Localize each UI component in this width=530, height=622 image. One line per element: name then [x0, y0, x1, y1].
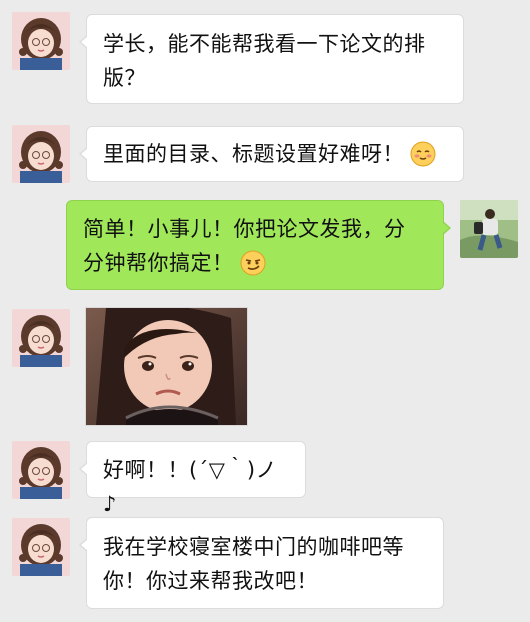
sad-little-girl-sticker[interactable]	[85, 307, 248, 426]
message-text: 我在学校寝室楼中门的咖啡吧等	[103, 535, 404, 559]
message-text: 版？	[103, 66, 146, 90]
message-text: 你！你过来帮我改吧！	[103, 569, 318, 593]
message-bubble[interactable]: 简单！小事儿！你把论文发我，分 分钟帮你搞定！	[66, 200, 451, 290]
blushing-smile-emoji	[410, 141, 436, 167]
message-bubble[interactable]: 学长，能不能帮我看一下论文的排 版？	[79, 14, 464, 104]
avatar-girl[interactable]	[12, 125, 70, 183]
message-text: 简单！小事儿！你把论文发我，分	[83, 217, 406, 241]
avatar-girl[interactable]	[12, 441, 70, 499]
avatar-girl[interactable]	[12, 12, 70, 70]
message-bubble[interactable]: 好啊！！(´▽｀)ノ♪	[79, 441, 306, 516]
message-text: 学长，能不能帮我看一下论文的排	[103, 32, 426, 56]
smirk-emoji	[240, 250, 266, 276]
message-bubble[interactable]: 里面的目录、标题设置好难呀！	[79, 126, 464, 182]
message-text: 里面的目录、标题设置好难呀！	[103, 142, 404, 166]
message-text: 分钟帮你搞定！	[83, 251, 234, 275]
avatar-girl[interactable]	[12, 309, 70, 367]
message-text: 好啊！！(´▽｀)ノ♪	[103, 458, 278, 516]
avatar-girl[interactable]	[12, 518, 70, 576]
avatar-senior[interactable]	[460, 200, 518, 258]
message-bubble[interactable]: 我在学校寝室楼中门的咖啡吧等 你！你过来帮我改吧！	[79, 517, 444, 609]
